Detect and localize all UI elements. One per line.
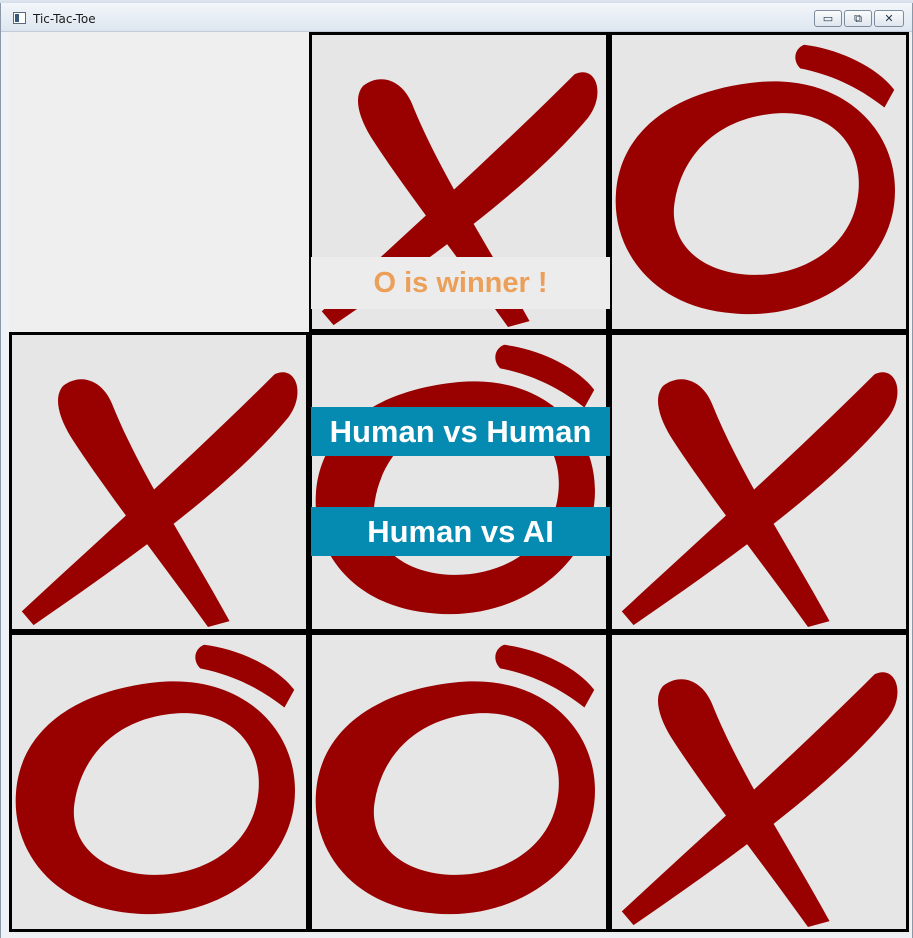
- game-board: [9, 32, 911, 934]
- board-cell-2[interactable]: [609, 32, 909, 332]
- board-cell-0[interactable]: [9, 32, 309, 332]
- winner-message: O is winner !: [311, 257, 610, 309]
- o-mark-icon: [15, 644, 295, 915]
- minimize-button[interactable]: ▭: [814, 10, 842, 27]
- game-window: Tic-Tac-Toe ▭ ⧉ ✕ O is winner ! Human vs…: [0, 3, 913, 938]
- x-mark-icon: [21, 372, 298, 628]
- o-mark-icon: [315, 644, 595, 915]
- close-button[interactable]: ✕: [874, 10, 904, 27]
- restore-button[interactable]: ⧉: [844, 10, 872, 27]
- o-mark-icon: [615, 44, 895, 315]
- board-cell-6[interactable]: [9, 632, 309, 932]
- board-cell-7[interactable]: [309, 632, 609, 932]
- human-vs-human-button[interactable]: Human vs Human: [311, 407, 610, 456]
- board-cell-8[interactable]: [609, 632, 909, 932]
- window-title: Tic-Tac-Toe: [33, 12, 96, 26]
- x-mark-icon: [621, 672, 898, 928]
- board-cell-5[interactable]: [609, 332, 909, 632]
- human-vs-ai-button[interactable]: Human vs AI: [311, 507, 610, 556]
- board-cell-3[interactable]: [9, 332, 309, 632]
- x-mark-icon: [621, 372, 898, 628]
- app-window-icon: [13, 12, 26, 24]
- title-bar[interactable]: Tic-Tac-Toe ▭ ⧉ ✕: [1, 3, 912, 32]
- board-cell-4[interactable]: [309, 332, 609, 632]
- o-mark-icon: [315, 344, 595, 615]
